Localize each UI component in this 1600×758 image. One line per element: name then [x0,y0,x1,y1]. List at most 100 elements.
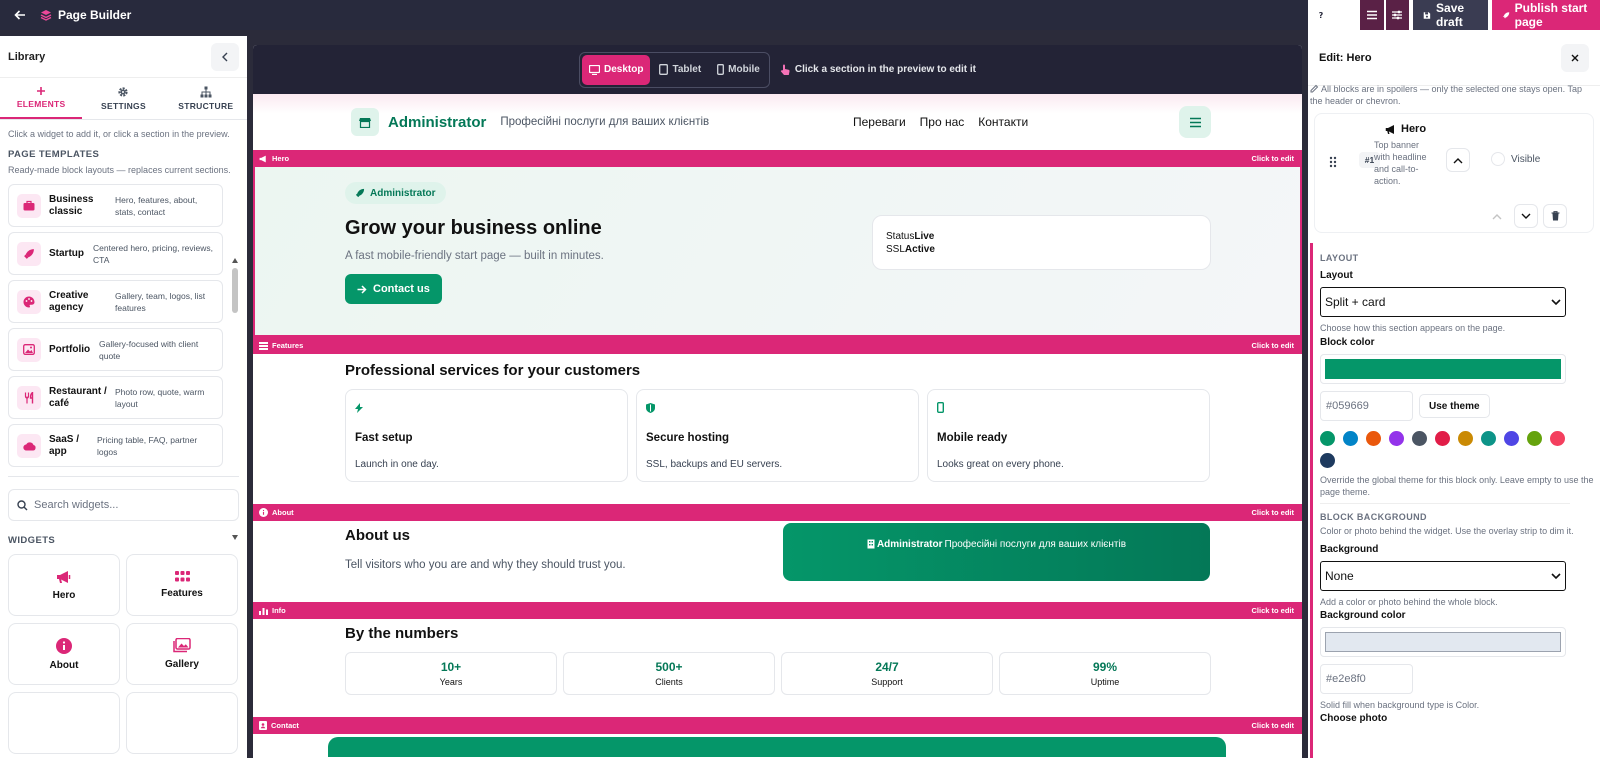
properties-toggle-button[interactable] [1385,0,1410,30]
section-strip-hero[interactable]: Hero Click to edit [253,150,1302,167]
template-startup[interactable]: Startup Centered hero, pricing, reviews,… [8,232,223,275]
about-section[interactable]: About us Tell visitors who you are and w… [253,521,1302,602]
feature-card: Mobile ready Looks great on every phone. [927,389,1210,482]
stat-card: 99% Uptime [999,652,1211,695]
layout-select[interactable]: Split + card [1320,287,1566,317]
open-external-button[interactable] [1333,0,1358,30]
contact-section[interactable] [253,734,1302,758]
info-section[interactable]: By the numbers 10+ Years 500+ Clients 24/7… [253,619,1302,717]
color-swatch[interactable] [1481,431,1496,446]
device-mobile-button[interactable]: Mobile [710,55,767,85]
nav-link[interactable]: Про нас [920,115,965,129]
tab-elements[interactable]: ELEMENTS [0,78,83,119]
color-swatch[interactable] [1527,431,1542,446]
template-restaurant-cafe[interactable]: Restaurant / café Photo row, quote, warm… [8,376,223,419]
site-header[interactable]: Administrator Професійні послуги для ваш… [253,94,1302,150]
section-strip-features[interactable]: Features Click to edit [253,337,1302,354]
tab-structure[interactable]: STRUCTURE [165,78,247,119]
block-desc: Top banner with headline and call-to-act… [1374,140,1427,186]
scrollbar-thumb[interactable] [232,268,238,313]
block-color-picker[interactable] [1320,354,1566,384]
nav-link[interactable]: Переваги [853,115,906,129]
tab-settings[interactable]: SETTINGS [82,78,164,119]
about-title: About us [345,527,410,544]
color-swatch[interactable] [1343,431,1358,446]
color-swatch[interactable] [1412,431,1427,446]
search-widgets-input[interactable]: Search widgets... [8,489,239,521]
block-color-hex-input[interactable]: #059669 [1320,391,1413,421]
layout-value: Split + card [1325,295,1386,309]
device-desktop-button[interactable]: Desktop [582,54,651,85]
block-name[interactable]: Hero [1385,123,1426,135]
bg-color-picker[interactable] [1320,627,1566,657]
widget-features[interactable]: Features [126,554,238,616]
feature-desc: Launch in one day. [355,459,439,470]
briefcase-icon [17,193,41,218]
widget-about[interactable]: About [8,623,120,685]
color-swatch[interactable] [1389,431,1404,446]
bg-color-hex-input[interactable]: #e2e8f0 [1320,664,1413,694]
template-creative-agency[interactable]: Creative agency Gallery, team, logos, li… [8,280,223,323]
color-swatch[interactable] [1320,431,1335,446]
features-section[interactable]: Professional services for your customers… [253,354,1302,504]
template-portfolio[interactable]: Portfolio Gallery-focused with client qu… [8,328,223,371]
visible-toggle-switch[interactable] [1491,152,1505,166]
images-icon [173,638,191,653]
save-draft-button[interactable]: Save draft [1413,0,1488,30]
block-name-label: Hero [1401,123,1427,135]
section-strip-info[interactable]: Info Click to edit [253,602,1302,619]
menu-toggle-button[interactable] [1360,0,1384,30]
preview-canvas: Desktop Tablet Mobile Click a section in… [253,45,1302,758]
help-button[interactable]: ? [1308,0,1333,30]
widget-hero[interactable]: Hero [8,554,120,616]
device-tablet-button[interactable]: Tablet [652,55,708,85]
hero-cta-button[interactable]: Contact us [345,274,442,304]
color-swatch[interactable] [1366,431,1381,446]
move-up-button[interactable] [1485,204,1509,228]
hero-title: Grow your business online [345,217,602,239]
use-theme-button[interactable]: Use theme [1419,394,1490,418]
color-swatch[interactable] [1435,431,1450,446]
bg-color-help: Solid fill when background type is Color… [1320,700,1480,710]
color-swatch[interactable] [1458,431,1473,446]
section-strip-about[interactable]: About Click to edit [253,504,1302,521]
top-bar: Page Builder ? Save draft Publish start … [0,0,1600,30]
delete-block-button[interactable] [1543,204,1567,228]
store-icon [351,108,379,136]
widget-label: Gallery [165,659,199,670]
background-select[interactable]: None [1320,561,1566,591]
collapse-library-button[interactable] [211,42,239,71]
block-color-label: Block color [1320,337,1375,348]
move-down-button[interactable] [1514,204,1538,228]
color-swatch[interactable] [1504,431,1519,446]
color-swatches [1320,431,1566,468]
template-business-classic[interactable]: Business classic Hero, features, about, … [8,184,223,227]
visibility-toggle[interactable]: Visible [1491,152,1540,166]
template-desc: Pricing table, FAQ, partner logos [97,434,198,457]
hero-section[interactable]: Administrator Grow your business online … [253,167,1302,337]
widget-more[interactable] [8,692,120,754]
site-tagline: Професійні послуги для ваших клієнтів [500,116,710,128]
megaphone-icon [259,155,266,162]
rocket-icon [17,241,41,266]
nav-link[interactable]: Контакти [978,115,1028,129]
widget-gallery[interactable]: Gallery [126,623,238,685]
strip-label: Info [272,606,286,615]
close-editor-button[interactable] [1561,43,1589,72]
section-strip-contact[interactable]: Contact Click to edit [253,717,1302,734]
widget-more[interactable] [126,692,238,754]
publish-button[interactable]: Publish start page [1491,0,1600,30]
about-card-text: Професійні послуги для ваших клієнтів [944,539,1127,550]
drag-handle-icon[interactable] [1329,156,1337,168]
layout-help: Choose how this section appears on the p… [1320,323,1506,333]
color-swatch[interactable] [1320,453,1335,468]
stat-label: Support [871,677,903,687]
site-menu-button[interactable] [1179,106,1211,138]
template-scrollbar[interactable] [231,258,239,540]
template-saas-app[interactable]: SaaS / app Pricing table, FAQ, partner l… [8,424,223,467]
collapse-block-button[interactable] [1446,148,1470,172]
widget-grid: Hero Features About Gallery [0,548,247,758]
back-button[interactable] [0,9,40,21]
visible-label: Visible [1511,153,1541,165]
color-swatch[interactable] [1550,431,1565,446]
